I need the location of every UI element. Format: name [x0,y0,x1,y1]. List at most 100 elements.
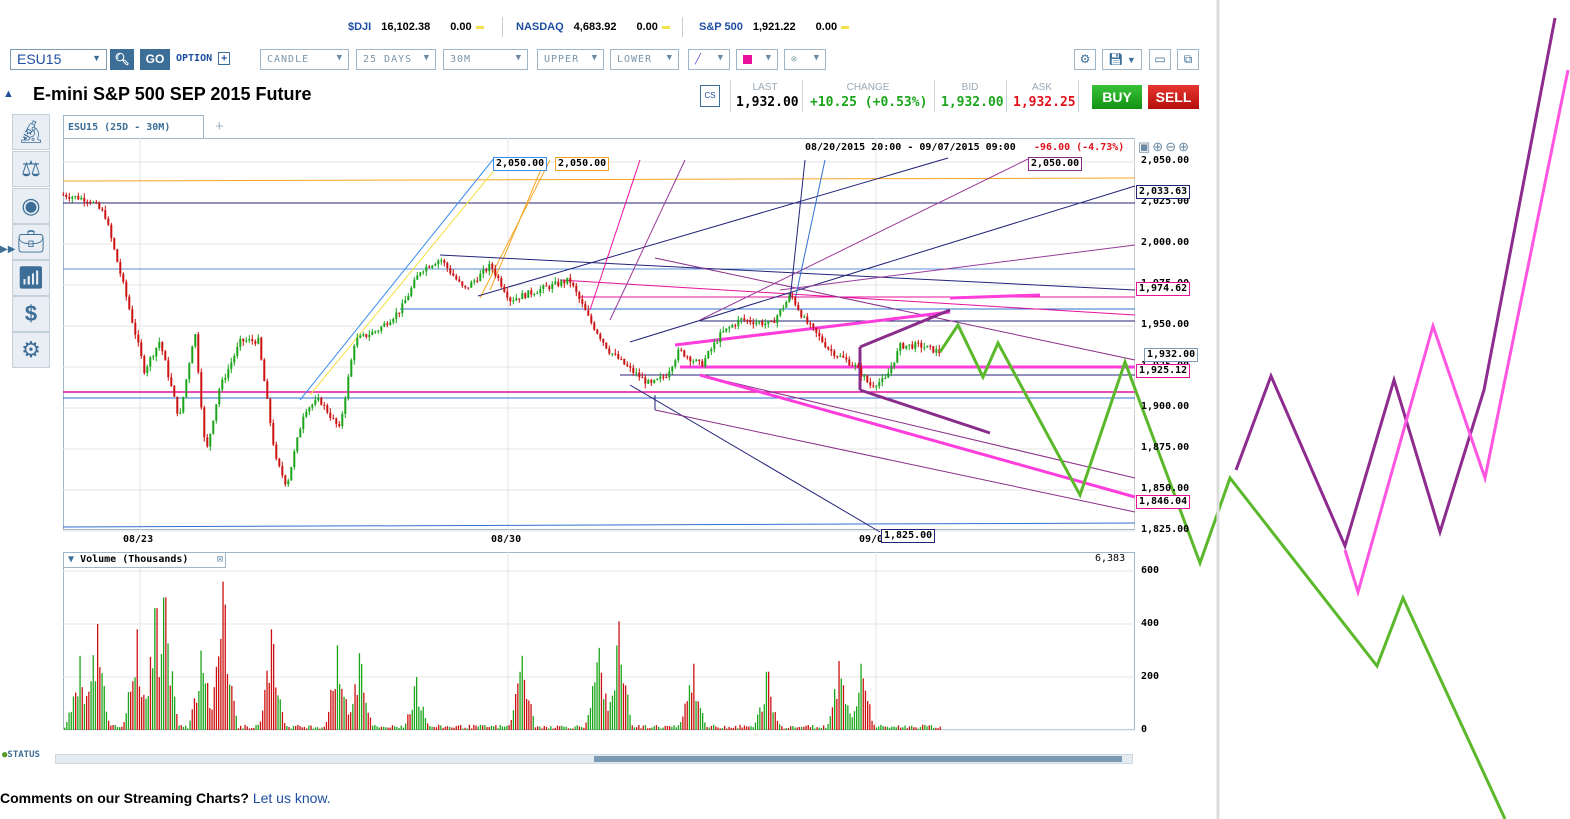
candle-body [344,398,347,414]
reset-zoom-icon[interactable]: ▣ [1138,139,1152,154]
volume-bar [314,727,317,730]
forecast-paths [938,17,1570,819]
volume-bar [110,725,112,730]
volume-tick-label: 600 [1141,565,1160,576]
chart-scrollbar[interactable] [55,754,1133,764]
volume-bar [825,727,827,730]
volume-bar [741,727,743,730]
zoom-fit-icon[interactable]: ⊕ [1178,139,1191,154]
candle-body [551,283,554,290]
candle-body [776,315,779,323]
zoom-controls[interactable]: ▣⊕⊖⊕ [1138,139,1191,155]
volume-bar [497,728,499,730]
candle-body [719,332,722,343]
candle-body [752,322,755,325]
candle-body [434,264,437,266]
candle-body [641,377,644,379]
zoom-out-icon[interactable]: ⊖ [1165,139,1178,154]
volume-bar [398,728,400,730]
volume-bar [574,726,576,730]
collapse-triangle-icon[interactable]: ▼ [68,554,74,565]
volume-bar [233,700,235,730]
scrollbar-thumb[interactable] [594,756,1122,762]
volume-bar [176,713,178,730]
volume-bar [464,727,466,730]
trend-line [699,374,1136,479]
volume-bar [486,727,488,730]
volume-bar [541,728,543,730]
volume-bar [484,724,486,730]
volume-bar [352,703,354,730]
volume-bar [268,682,270,730]
trendlines [62,156,1136,533]
candle-body [575,285,578,293]
volume-bar [391,725,394,730]
candle-body [251,339,254,342]
volume-bar [288,726,290,730]
volume-tick-label: 400 [1141,618,1160,629]
candle-body [680,349,683,351]
volume-bar [713,724,715,730]
volume-bar [114,724,116,730]
candle-body [374,331,377,333]
candle-body [539,289,542,294]
candle-body [392,319,395,323]
volume-bar [629,714,631,730]
candle-body [278,458,281,466]
volume-bar [321,727,323,730]
candle-body [95,202,98,204]
candle-body [614,353,617,355]
volume-bar [886,726,889,730]
price-label-box: 1,846.04 [1136,495,1191,509]
candle-body [530,290,533,295]
volume-bar [779,724,781,730]
volume-bar [554,727,556,730]
volume-bar [600,672,603,730]
volume-bar [532,716,534,730]
volume-bar [748,726,750,730]
candle-body [782,307,785,310]
volume-bar [116,727,119,730]
candle-body [740,318,743,320]
candle-body [689,356,692,362]
candle-body [284,475,287,485]
volume-bar [550,726,552,730]
volume-bar [191,709,193,730]
candle-body [281,465,284,476]
candle-body [869,382,872,386]
volume-bar [339,683,341,730]
volume-bar [312,728,314,730]
feedback-link[interactable]: Let us know. [253,790,331,806]
candle-body [728,327,731,329]
volume-bar [508,725,510,730]
volume-bar [682,716,684,730]
candle-body [173,385,176,397]
candle-body [446,262,449,269]
volume-bar [664,725,666,730]
volume-bar [897,725,900,730]
volume-bar [257,724,259,730]
candle-body [806,316,809,324]
volume-bar [776,720,779,730]
candle-body [362,334,365,336]
volume-bar [884,726,886,730]
zoom-in-icon[interactable]: ⊕ [1152,139,1165,154]
volume-bar [455,726,457,730]
candle-body [506,291,509,298]
volume-bar [482,725,484,730]
close-icon[interactable]: ⊠ [217,554,223,565]
candle-body [245,340,248,342]
candle-body [686,356,689,358]
volume-bar [363,692,365,730]
candle-body [737,319,740,326]
volume-bar [675,727,677,730]
channel-line [949,293,1041,300]
volume-bar [303,726,306,730]
candle-body [659,376,662,379]
trend-line [589,159,641,311]
volume-bar [561,725,563,730]
candle-body [875,386,878,388]
volume-bar [178,725,180,730]
volume-bar [823,725,825,730]
volume-bar [913,727,915,730]
